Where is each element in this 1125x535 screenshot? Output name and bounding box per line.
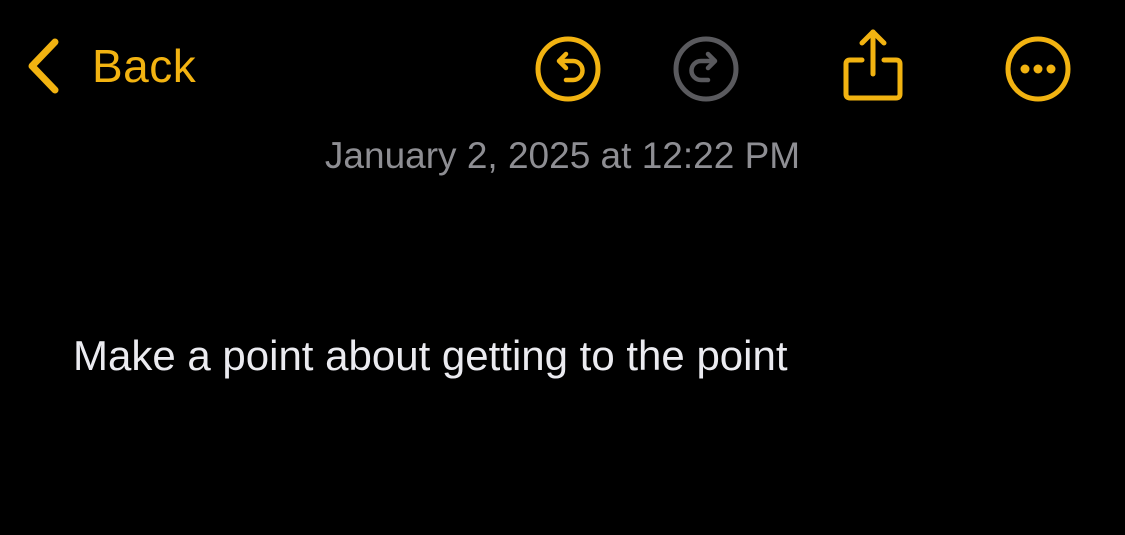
back-label: Back [92,40,197,92]
redo-circle-icon [673,36,739,102]
chevron-left-icon [28,38,59,94]
share-button[interactable] [838,26,908,104]
redo-button[interactable] [671,34,741,104]
share-icon [843,29,903,101]
more-button[interactable] [1003,34,1073,104]
back-button[interactable]: Back [24,34,196,98]
notes-toolbar: Back [0,0,1125,135]
note-date: January 2, 2025 at 12:22 PM [324,135,801,176]
ellipsis-circle-icon [1005,36,1071,102]
undo-circle-icon [535,36,601,102]
undo-button[interactable] [533,34,603,104]
note-body-text[interactable]: Make a point about getting to the point [73,328,1073,384]
